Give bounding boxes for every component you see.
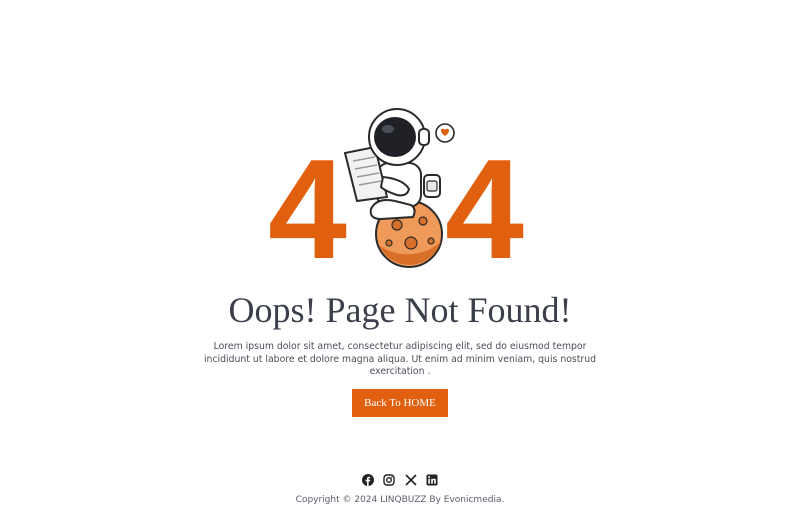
footer-copyright: Copyright © 2024 LINQBUZZ By Evonicmedia…	[295, 495, 505, 505]
error-digit-right: 4	[445, 130, 524, 289]
linkedin-icon[interactable]	[426, 473, 438, 486]
x-icon[interactable]	[405, 473, 417, 486]
instagram-icon[interactable]	[383, 473, 396, 486]
error-hero: 4 4	[0, 105, 800, 289]
page-title: Oops! Page Not Found!	[228, 290, 572, 330]
social-links	[362, 472, 438, 486]
facebook-icon[interactable]	[362, 473, 374, 486]
back-to-home-button[interactable]: Back To HOME	[352, 389, 448, 417]
error-digit-left: 4	[268, 130, 347, 289]
error-description: Lorem ipsum dolor sit amet, consectetur …	[203, 341, 597, 377]
